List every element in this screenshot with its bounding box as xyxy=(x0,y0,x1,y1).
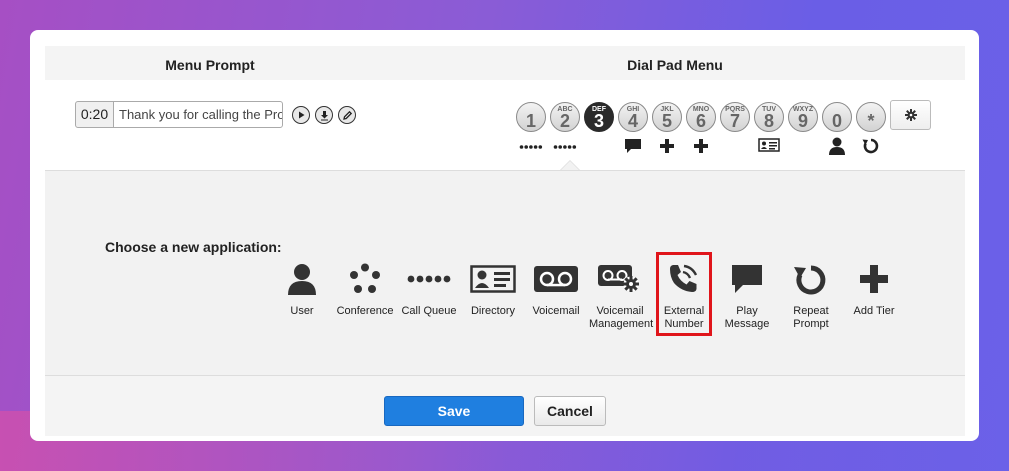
cancel-button[interactable]: Cancel xyxy=(534,396,606,426)
prompt-text-field[interactable]: Thank you for calling the Pro xyxy=(113,101,283,128)
application-chooser: Choose a new application: User Conferenc… xyxy=(45,170,965,376)
dial-pad: 1 ABC 2 DEF 3 GHI 4 JKL 5 MNO 6 PQRS 7 TUV 8 WX… xyxy=(485,80,886,170)
app-user[interactable]: User xyxy=(271,259,333,318)
choose-application-label: Choose a new application: xyxy=(105,239,282,255)
dial-key-6[interactable]: MNO 6 xyxy=(686,102,716,132)
dial-key-5[interactable]: JKL 5 xyxy=(652,102,682,132)
call-queue-icon[interactable] xyxy=(516,140,546,158)
app-repeat-prompt[interactable]: Repeat Prompt xyxy=(780,259,842,331)
repeat-prompt-icon[interactable] xyxy=(856,137,886,160)
conference-icon xyxy=(350,263,380,293)
pencil-icon xyxy=(342,110,352,120)
directory-icon xyxy=(470,265,516,293)
dial-key-7[interactable]: PQRS 7 xyxy=(720,102,750,132)
app-directory[interactable]: Directory xyxy=(462,259,524,318)
voicemail-management-icon xyxy=(598,265,639,292)
add-tier-icon[interactable] xyxy=(686,138,716,159)
add-tier-icon xyxy=(860,265,888,293)
app-call-queue[interactable]: Call Queue xyxy=(398,259,460,318)
repeat-prompt-icon xyxy=(794,265,826,295)
play-message-icon xyxy=(732,265,762,293)
edit-prompt-button[interactable] xyxy=(338,106,356,124)
directory-icon[interactable] xyxy=(754,138,784,157)
app-voicemail-management[interactable]: Voicemail Management xyxy=(589,259,653,331)
column-header: Menu Prompt Dial Pad Menu xyxy=(45,46,965,80)
dial-key-9[interactable]: WXYZ 9 xyxy=(788,102,818,132)
menu-editor-card: Menu Prompt Dial Pad Menu 0:20 Thank you… xyxy=(30,30,979,441)
dial-key-4[interactable]: GHI 4 xyxy=(618,102,648,132)
app-external-number[interactable]: External Number xyxy=(653,259,715,331)
download-prompt-button[interactable] xyxy=(315,106,333,124)
dial-key-8[interactable]: TUV 8 xyxy=(754,102,784,132)
play-prompt-button[interactable] xyxy=(292,106,310,124)
play-message-icon[interactable] xyxy=(618,137,648,160)
save-button[interactable]: Save xyxy=(384,396,524,426)
menu-prompt-heading: Menu Prompt xyxy=(165,57,255,73)
dial-key-star[interactable]: * xyxy=(856,102,886,132)
external-number-icon xyxy=(670,264,698,292)
dial-key-0[interactable]: 0 xyxy=(822,102,852,132)
call-queue-icon[interactable] xyxy=(550,140,580,158)
user-icon xyxy=(288,264,316,295)
dialog-footer: Save Cancel xyxy=(45,376,965,436)
add-tier-icon[interactable] xyxy=(652,138,682,159)
prompt-duration: 0:20 xyxy=(75,101,114,128)
user-icon[interactable] xyxy=(822,137,852,160)
menu-row: 0:20 Thank you for calling the Pro 1 ABC… xyxy=(45,80,965,170)
download-icon xyxy=(320,110,328,120)
gear-icon xyxy=(904,109,917,121)
voicemail-icon xyxy=(534,266,578,292)
dial-key-3[interactable]: DEF 3 xyxy=(584,102,614,132)
settings-button[interactable] xyxy=(890,100,931,130)
dial-key-2[interactable]: ABC 2 xyxy=(550,102,580,132)
app-voicemail[interactable]: Voicemail xyxy=(525,259,587,318)
app-conference[interactable]: Conference xyxy=(334,259,396,318)
call-queue-icon xyxy=(407,275,451,283)
app-add-tier[interactable]: Add Tier xyxy=(843,259,905,318)
dial-key-1[interactable]: 1 xyxy=(516,102,546,132)
play-icon xyxy=(299,111,305,119)
dial-pad-menu-heading: Dial Pad Menu xyxy=(627,57,723,73)
app-play-message[interactable]: Play Message xyxy=(716,259,778,331)
selected-key-pointer xyxy=(560,160,580,170)
